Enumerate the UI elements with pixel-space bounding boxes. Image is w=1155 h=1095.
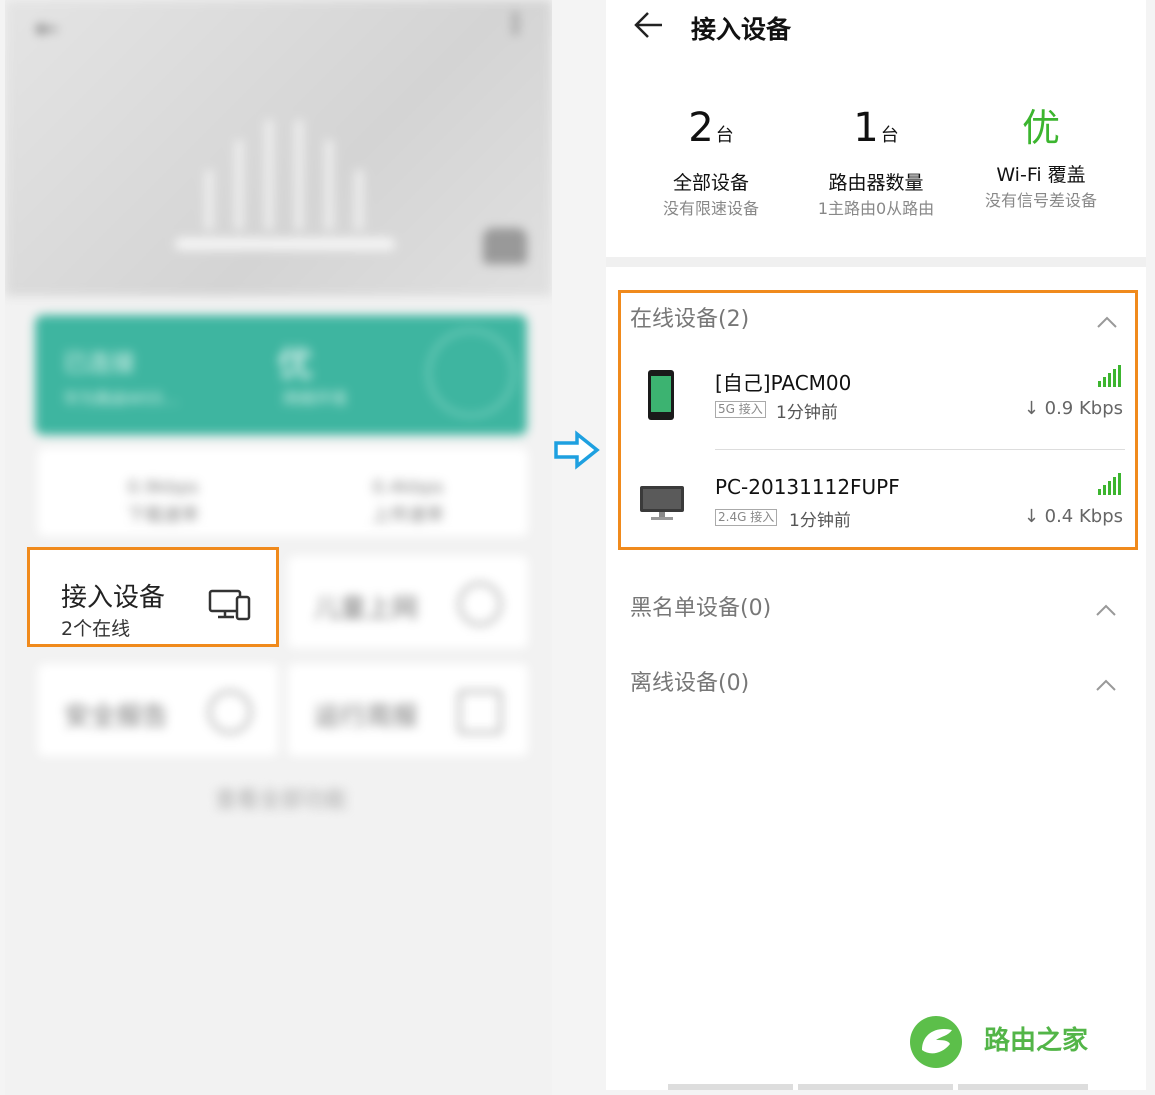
more-icon[interactable] bbox=[505, 10, 525, 40]
monitor-icon bbox=[640, 486, 684, 520]
stat-value: 优 bbox=[1021, 106, 1060, 150]
leaf-logo-icon bbox=[910, 1016, 962, 1068]
back-arrow-icon[interactable] bbox=[632, 8, 666, 42]
online-count: 2个在线 bbox=[61, 618, 131, 640]
online-section-title[interactable]: 在线设备(2) bbox=[630, 301, 749, 333]
page: ← 已连接 华为路由WS5… 优 网络环境 0.9kbps 下载速率 0.4kb… bbox=[0, 0, 1155, 1095]
stat-desc: 没有信号差设备 bbox=[984, 191, 1097, 210]
connection-status: 已连接 bbox=[63, 349, 135, 377]
chart-icon bbox=[458, 690, 502, 734]
device-speed: ↓ 0.9 Kbps bbox=[1023, 398, 1123, 419]
blacklist-section-title[interactable]: 黑名单设备(0) bbox=[630, 590, 771, 622]
connected-time: 1分钟前 bbox=[789, 511, 851, 531]
bulb-icon bbox=[458, 582, 502, 626]
chevron-up-icon[interactable] bbox=[1095, 678, 1117, 692]
stat-all-devices[interactable]: 2台 全部设备 没有限速设备 bbox=[626, 100, 796, 220]
security-report-title: 安全报告 bbox=[64, 702, 169, 732]
stat-unit: 台 bbox=[880, 125, 899, 146]
speed-panel: 0.9kbps 下载速率 0.4kbps 上传速率 bbox=[38, 448, 528, 536]
back-arrow-icon[interactable]: ← bbox=[35, 12, 58, 45]
stat-unit: 台 bbox=[715, 125, 734, 146]
connected-time: 1分钟前 bbox=[776, 403, 838, 423]
connected-devices-card[interactable]: 接入设备 2个在线 bbox=[27, 547, 279, 647]
stat-value: 1 bbox=[853, 105, 879, 151]
connected-devices-title: 接入设备 bbox=[61, 583, 166, 613]
run-report-card[interactable]: 运行周报 bbox=[288, 664, 528, 756]
network-grade-label: 网络环境 bbox=[283, 389, 348, 408]
speed-dial-icon bbox=[427, 329, 515, 417]
stat-label: 全部设备 bbox=[672, 172, 749, 194]
device-row[interactable]: PC-20131112FUPF 2.4G 接入 1分钟前 ↓ 0.4 Kbps bbox=[621, 461, 1135, 561]
device-speed: ↓ 0.4 Kbps bbox=[1023, 506, 1123, 527]
stat-value: 2 bbox=[688, 105, 714, 151]
stats-row: 2台 全部设备 没有限速设备 1台 路由器数量 1主路由0从路由 优 Wi-Fi… bbox=[606, 100, 1146, 230]
router-hero: ← bbox=[5, 0, 552, 296]
offline-section-title[interactable]: 离线设备(0) bbox=[630, 665, 749, 697]
stat-label: Wi-Fi 覆盖 bbox=[996, 164, 1086, 186]
bottom-edge bbox=[668, 1084, 1088, 1090]
router-illustration bbox=[175, 110, 395, 250]
stat-desc: 1主路由0从路由 bbox=[817, 199, 935, 218]
watermark: 路由之家 bbox=[904, 1010, 1104, 1070]
signal-strength-icon bbox=[1098, 365, 1121, 387]
ssid-text: 华为路由WS5… bbox=[63, 389, 180, 408]
security-report-card[interactable]: 安全报告 bbox=[38, 664, 278, 756]
phone-icon bbox=[648, 370, 674, 420]
shield-icon bbox=[208, 690, 252, 734]
band-tag: 2.4G 接入 bbox=[715, 509, 778, 526]
row-divider bbox=[715, 449, 1125, 450]
upload-speed: 0.4kbps bbox=[372, 477, 444, 498]
page-title: 接入设备 bbox=[691, 15, 792, 44]
download-label: 下载速率 bbox=[127, 505, 199, 526]
device-name: [自己]PACM00 bbox=[715, 371, 852, 395]
online-devices-section: 在线设备(2) [自己]PACM00 5G 接入 1分钟前 ↓ 0.9 Kbps… bbox=[618, 290, 1138, 550]
network-grade: 优 bbox=[277, 344, 314, 385]
stat-label: 路由器数量 bbox=[828, 172, 924, 194]
watermark-text: 路由之家 bbox=[984, 1026, 1089, 1056]
run-report-title: 运行周报 bbox=[314, 702, 419, 732]
stat-wifi-coverage[interactable]: 优 Wi-Fi 覆盖 没有信号差设备 bbox=[956, 100, 1126, 212]
chevron-up-icon[interactable] bbox=[1096, 315, 1118, 329]
network-status-banner[interactable]: 已连接 华为路由WS5… 优 网络环境 bbox=[35, 315, 527, 435]
child-online-card[interactable]: 儿童上网 bbox=[288, 556, 528, 648]
device-name: PC-20131112FUPF bbox=[715, 475, 900, 499]
stat-desc: 没有限速设备 bbox=[662, 199, 759, 218]
signal-strength-icon bbox=[1098, 473, 1121, 495]
stat-router-count[interactable]: 1台 路由器数量 1主路由0从路由 bbox=[791, 100, 961, 220]
devices-icon bbox=[208, 589, 251, 621]
app-header: 接入设备 bbox=[606, 0, 1146, 58]
section-divider bbox=[606, 257, 1146, 267]
upload-label: 上传速率 bbox=[372, 505, 444, 526]
huawei-logo-icon bbox=[483, 228, 527, 264]
device-row[interactable]: [自己]PACM00 5G 接入 1分钟前 ↓ 0.9 Kbps bbox=[621, 353, 1135, 453]
band-tag: 5G 接入 bbox=[715, 401, 766, 418]
transition-arrow-icon bbox=[554, 430, 600, 470]
connected-devices-screen: 接入设备 2台 全部设备 没有限速设备 1台 路由器数量 1主路由0从路由 优 … bbox=[606, 0, 1146, 1090]
chevron-up-icon[interactable] bbox=[1095, 603, 1117, 617]
download-speed: 0.9kbps bbox=[127, 477, 199, 498]
child-online-title: 儿童上网 bbox=[314, 594, 419, 624]
more-features-link[interactable]: 查看全部功能 bbox=[215, 782, 347, 814]
